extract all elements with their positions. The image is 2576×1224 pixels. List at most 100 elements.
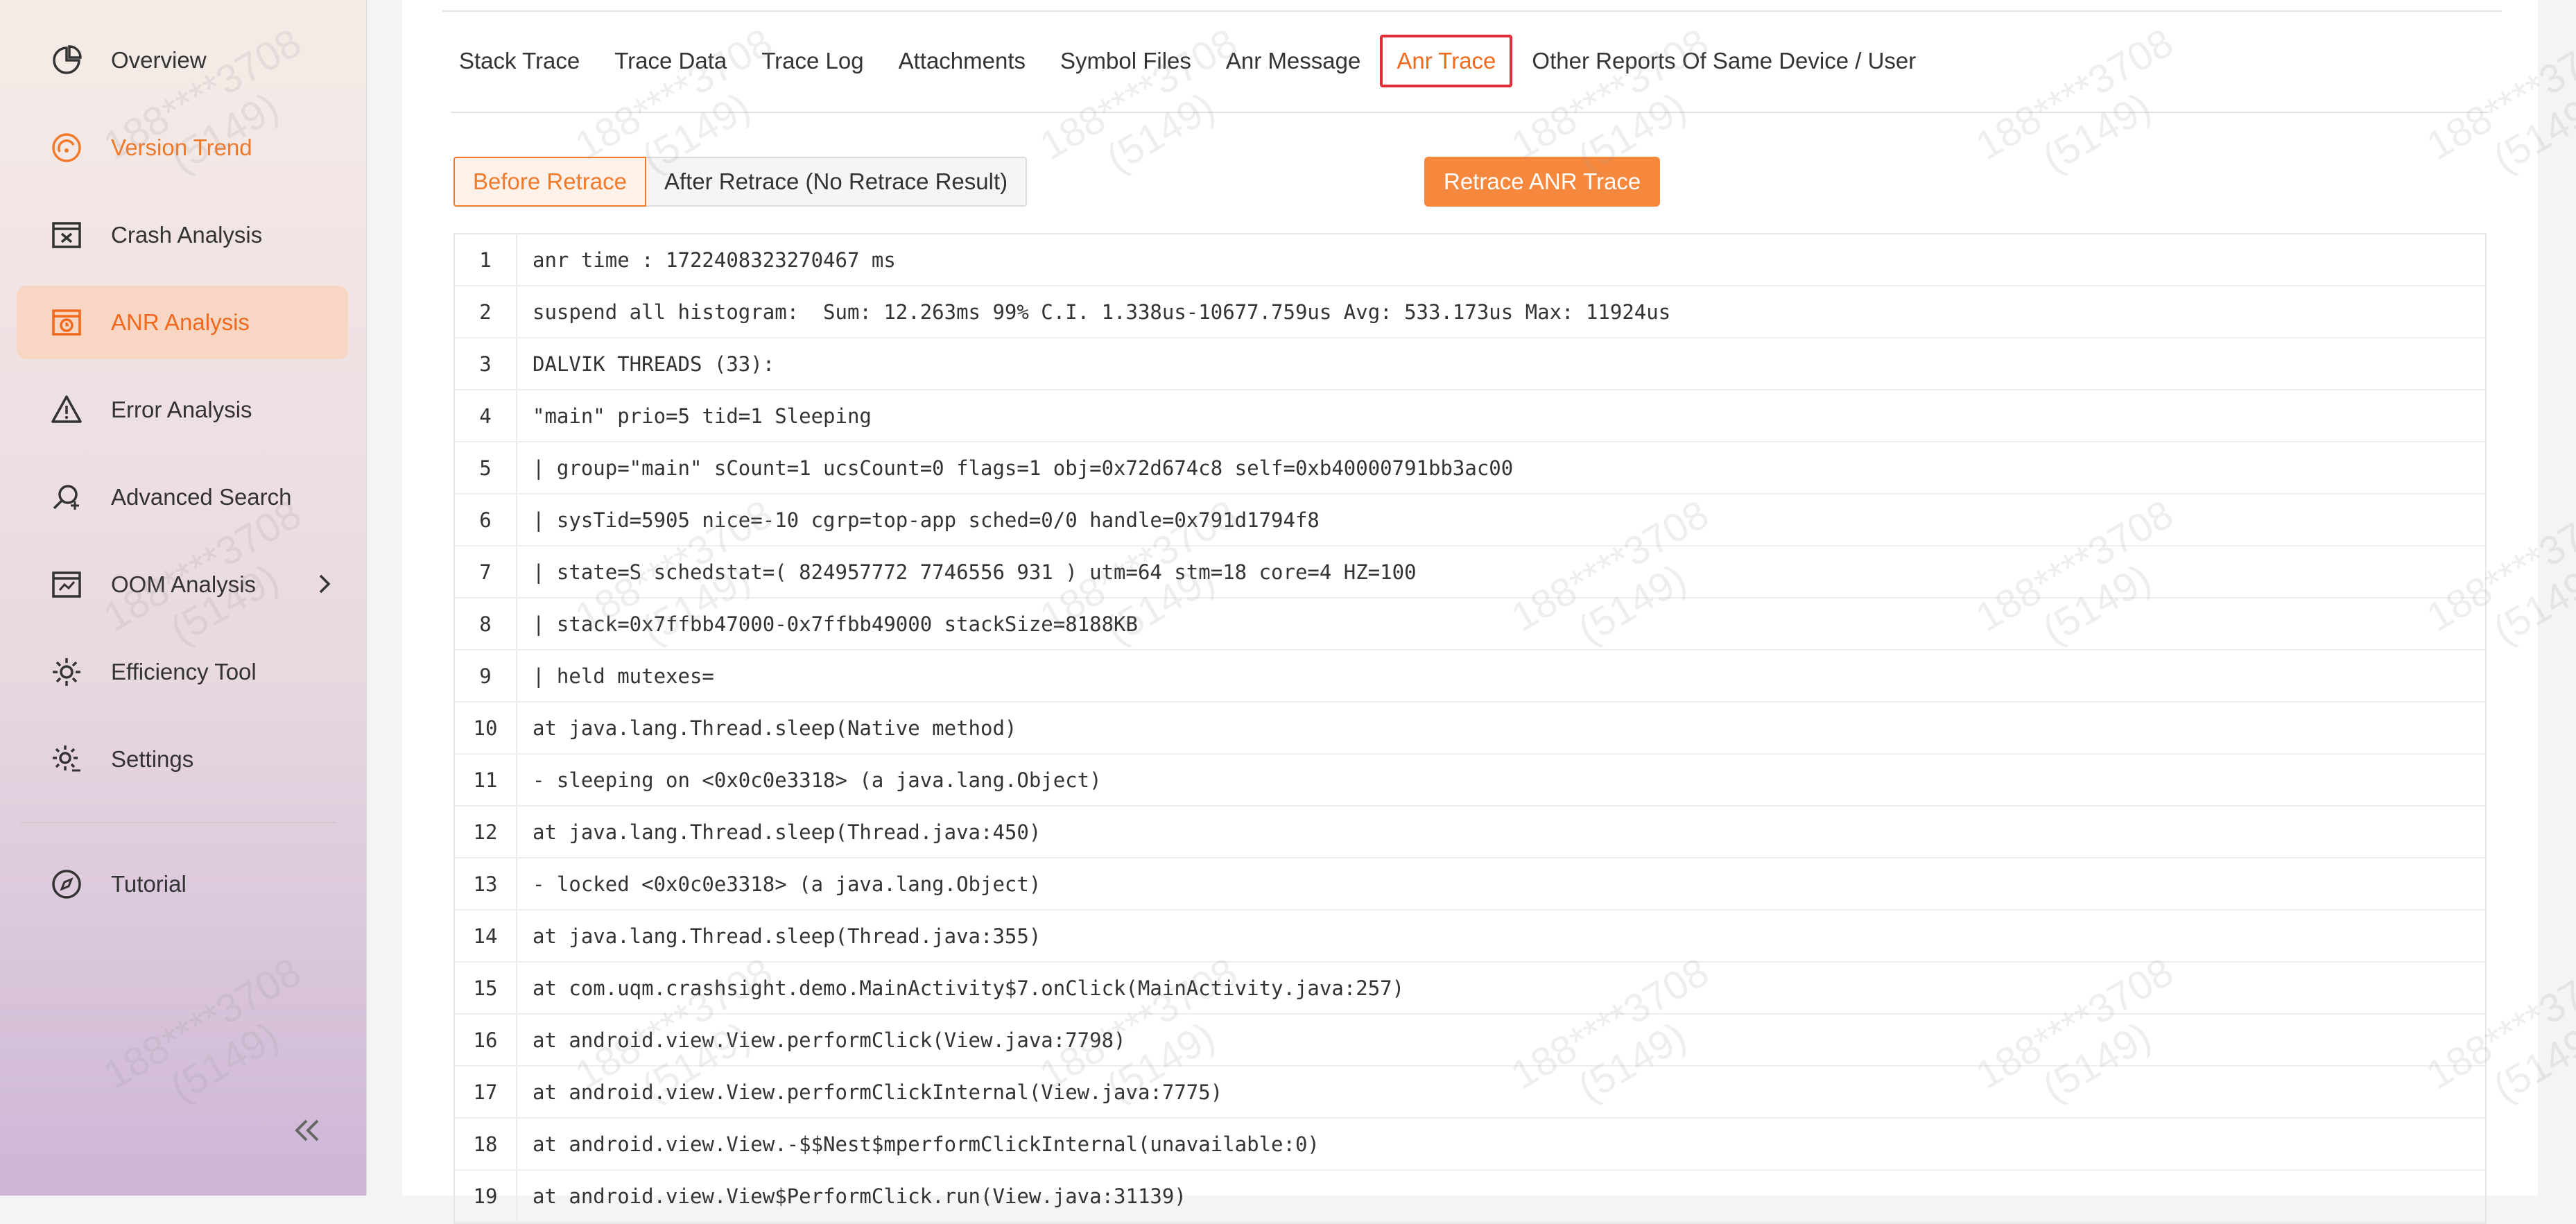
- sidebar-item-label: Version Trend: [111, 135, 252, 160]
- line-number: 18: [455, 1119, 517, 1169]
- code-line: 10 at java.lang.Thread.sleep(Native metho…: [455, 702, 2485, 755]
- code-line: 2 suspend all histogram: Sum: 12.263ms 99…: [455, 286, 2485, 338]
- line-number: 14: [455, 911, 517, 961]
- sidebar-item-label: Crash Analysis: [111, 222, 263, 248]
- retrace-toggle-group: Before Retrace After Retrace (No Retrace…: [453, 157, 1028, 207]
- sidebar-item-advanced-search[interactable]: Advanced Search: [17, 460, 348, 534]
- sidebar-item-oom-analysis[interactable]: OOM Analysis: [17, 548, 348, 621]
- code-line: 19 at android.view.View$PerformClick.run(…: [455, 1171, 2485, 1223]
- line-number: 8: [455, 598, 517, 649]
- line-number: 13: [455, 859, 517, 909]
- line-number: 6: [455, 494, 517, 545]
- top-divider: [442, 10, 2502, 12]
- line-text[interactable]: at android.view.View.-$$Nest$mperformCli…: [517, 1132, 1320, 1156]
- line-number: 12: [455, 807, 517, 857]
- after-retrace-button[interactable]: After Retrace (No Retrace Result): [646, 157, 1028, 207]
- code-line: 9 | held mutexes=: [455, 650, 2485, 702]
- code-line: 4 "main" prio=5 tid=1 Sleeping: [455, 390, 2485, 442]
- code-line: 8 | stack=0x7ffbb47000-0x7ffbb49000 stack…: [455, 598, 2485, 650]
- line-text[interactable]: suspend all histogram: Sum: 12.263ms 99%…: [517, 300, 1670, 324]
- line-text[interactable]: at android.view.View.performClickInterna…: [517, 1080, 1222, 1104]
- overview-icon: [49, 42, 85, 78]
- line-text[interactable]: | stack=0x7ffbb47000-0x7ffbb49000 stackS…: [517, 612, 1138, 636]
- tab-symbol-files[interactable]: Symbol Files: [1045, 35, 1207, 87]
- code-line: 1 anr time : 1722408323270467 ms: [455, 234, 2485, 286]
- advanced-search-icon: [49, 479, 85, 515]
- line-text[interactable]: at android.view.View$PerformClick.run(Vi…: [517, 1184, 1186, 1208]
- tab-trace-data[interactable]: Trace Data: [599, 35, 742, 87]
- line-text[interactable]: at android.view.View.performClick(View.j…: [517, 1028, 1126, 1052]
- line-text[interactable]: "main" prio=5 tid=1 Sleeping: [517, 404, 872, 428]
- line-text[interactable]: - sleeping on <0x0c0e3318> (a java.lang.…: [517, 768, 1102, 792]
- tab-bar: Stack Trace Trace Data Trace Log Attachm…: [444, 33, 1935, 89]
- tabs-divider: [451, 112, 2489, 113]
- line-number: 5: [455, 442, 517, 493]
- line-number: 17: [455, 1067, 517, 1117]
- tab-stack-trace[interactable]: Stack Trace: [444, 35, 595, 87]
- sidebar-item-efficiency-tool[interactable]: Efficiency Tool: [17, 635, 348, 709]
- main-panel: Stack Trace Trace Data Trace Log Attachm…: [402, 0, 2538, 1224]
- sidebar-item-overview[interactable]: Overview: [17, 24, 348, 97]
- sidebar-item-label: Efficiency Tool: [111, 659, 257, 684]
- sidebar-item-label: Settings: [111, 746, 194, 772]
- sidebar-item-settings[interactable]: Settings: [17, 723, 348, 796]
- sidebar-item-error-analysis[interactable]: Error Analysis: [17, 373, 348, 447]
- sidebar-item-label: Error Analysis: [111, 397, 252, 422]
- sidebar-item-crash-analysis[interactable]: Crash Analysis: [17, 198, 348, 272]
- tab-trace-log[interactable]: Trace Log: [746, 35, 879, 87]
- line-text[interactable]: at java.lang.Thread.sleep(Native method): [517, 716, 1017, 740]
- tab-anr-trace[interactable]: Anr Trace: [1380, 35, 1513, 87]
- sidebar-item-anr-analysis[interactable]: ANR Analysis: [17, 286, 348, 359]
- code-line: 16 at android.view.View.performClick(View…: [455, 1015, 2485, 1067]
- crash-analysis-icon: [49, 217, 85, 253]
- line-number: 7: [455, 546, 517, 597]
- line-number: 2: [455, 286, 517, 337]
- sidebar-item-label: Overview: [111, 47, 207, 73]
- code-line: 17 at android.view.View.performClickInter…: [455, 1067, 2485, 1119]
- oom-analysis-icon: [49, 567, 85, 603]
- code-line: 7 | state=S schedstat=( 824957772 7746556…: [455, 546, 2485, 598]
- efficiency-tool-icon: [49, 654, 85, 690]
- line-text[interactable]: anr time : 1722408323270467 ms: [517, 248, 896, 272]
- sidebar-item-label: ANR Analysis: [111, 309, 250, 335]
- line-text[interactable]: at java.lang.Thread.sleep(Thread.java:45…: [517, 820, 1041, 844]
- code-line: 6 | sysTid=5905 nice=-10 cgrp=top-app sch…: [455, 494, 2485, 546]
- line-number: 1: [455, 234, 517, 285]
- line-number: 16: [455, 1015, 517, 1065]
- sidebar-item-tutorial[interactable]: Tutorial: [17, 847, 348, 921]
- code-line: 15 at com.uqm.crashsight.demo.MainActivit…: [455, 963, 2485, 1015]
- error-analysis-icon: [49, 392, 85, 428]
- double-chevron-left-icon[interactable]: [290, 1117, 325, 1144]
- line-text[interactable]: | state=S schedstat=( 824957772 7746556 …: [517, 560, 1417, 584]
- sidebar-item-label: OOM Analysis: [111, 571, 257, 597]
- chevron-right-icon: [319, 574, 331, 594]
- tab-attachments[interactable]: Attachments: [883, 35, 1041, 87]
- sidebar-item-label: Tutorial: [111, 871, 187, 897]
- tutorial-icon: [49, 866, 85, 902]
- line-number: 3: [455, 338, 517, 389]
- code-line: 5 | group="main" sCount=1 ucsCount=0 flag…: [455, 442, 2485, 494]
- line-number: 9: [455, 650, 517, 701]
- version-trend-icon: [49, 130, 85, 166]
- code-line: 18 at android.view.View.-$$Nest$mperformC…: [455, 1119, 2485, 1171]
- before-retrace-button[interactable]: Before Retrace: [453, 157, 646, 207]
- line-number: 19: [455, 1171, 517, 1221]
- tab-other-reports[interactable]: Other Reports Of Same Device / User: [1516, 35, 1931, 87]
- line-number: 11: [455, 755, 517, 805]
- line-text[interactable]: | sysTid=5905 nice=-10 cgrp=top-app sche…: [517, 508, 1320, 532]
- anr-analysis-icon: [49, 304, 85, 341]
- line-text[interactable]: | group="main" sCount=1 ucsCount=0 flags…: [517, 456, 1513, 480]
- retrace-anr-trace-button[interactable]: Retrace ANR Trace: [1424, 157, 1661, 207]
- line-text[interactable]: at com.uqm.crashsight.demo.MainActivity$…: [517, 976, 1404, 1000]
- line-number: 15: [455, 963, 517, 1013]
- code-line: 14 at java.lang.Thread.sleep(Thread.java:…: [455, 911, 2485, 963]
- tab-anr-message[interactable]: Anr Message: [1211, 35, 1376, 87]
- line-text[interactable]: DALVIK THREADS (33):: [517, 352, 775, 376]
- sidebar-item-version-trend[interactable]: Version Trend: [17, 111, 348, 184]
- line-text[interactable]: - locked <0x0c0e3318> (a java.lang.Objec…: [517, 872, 1041, 896]
- sidebar-divider: [21, 822, 336, 823]
- settings-icon: [49, 741, 85, 777]
- code-line: 13- locked <0x0c0e3318> (a java.lang.Obj…: [455, 859, 2485, 911]
- line-text[interactable]: at java.lang.Thread.sleep(Thread.java:35…: [517, 924, 1041, 948]
- line-text[interactable]: | held mutexes=: [517, 664, 714, 688]
